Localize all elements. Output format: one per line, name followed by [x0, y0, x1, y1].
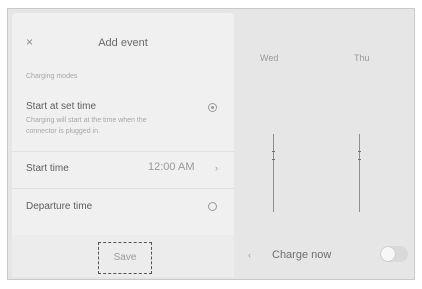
start-time-value[interactable]: 12:00 AM: [148, 161, 194, 173]
day-label-thu: Thu: [354, 53, 370, 63]
schedule-marker-wed: [272, 159, 275, 160]
schedule-marker-wed: [272, 151, 275, 152]
schedule-marker-thu: [358, 159, 361, 160]
chevron-left-icon: ‹: [248, 250, 251, 260]
option-start-at-set-time-title[interactable]: Start at set time: [26, 101, 96, 112]
add-event-dialog: × Add event Charging modes Start at set …: [12, 13, 234, 277]
charge-now-label: Charge now: [272, 249, 332, 261]
schedule-track-wed: [273, 134, 274, 212]
option-start-at-set-time-description: Charging will start at the time when the…: [26, 117, 147, 135]
radio-start-at-set-time[interactable]: [208, 103, 217, 112]
start-time-label[interactable]: Start time: [26, 163, 69, 174]
dialog-title: Add event: [98, 37, 148, 49]
day-label-wed: Wed: [260, 53, 279, 63]
charge-now-toggle[interactable]: [380, 246, 408, 262]
schedule-track-thu: [359, 134, 360, 212]
section-label-charging-modes: Charging modes: [26, 73, 78, 80]
schedule-marker-thu: [358, 151, 361, 152]
toggle-knob: [381, 247, 395, 261]
divider: [12, 188, 234, 189]
chevron-right-icon[interactable]: ›: [215, 163, 218, 173]
divider: [12, 151, 234, 152]
save-button[interactable]: Save: [98, 242, 152, 274]
vehicle-screen: Wed Thu ‹ Charge now × Add event Chargin…: [7, 8, 415, 280]
radio-departure-time[interactable]: [208, 202, 217, 211]
departure-time-label[interactable]: Departure time: [26, 201, 92, 212]
